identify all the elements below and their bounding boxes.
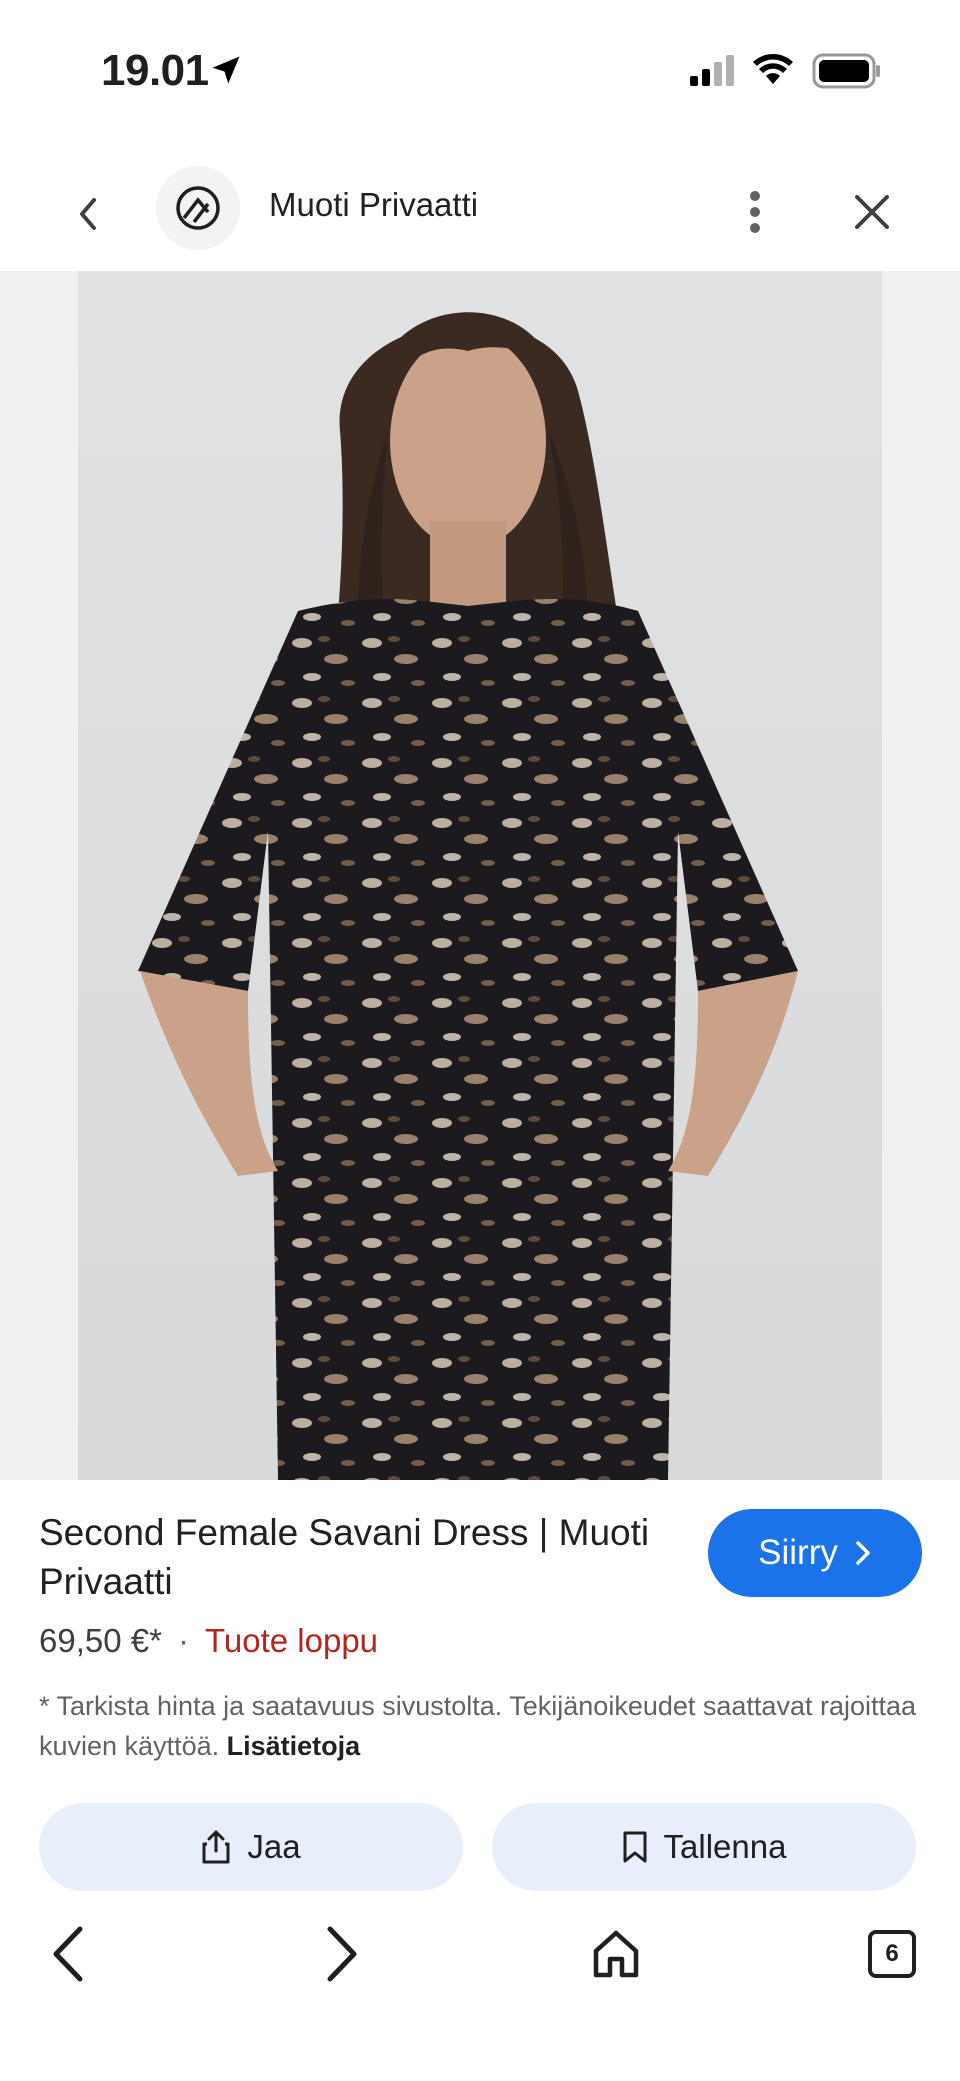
save-button[interactable]: Tallenna (492, 1803, 916, 1891)
dress-illustration (138, 312, 798, 1480)
back-icon (80, 198, 96, 230)
close-button[interactable] (846, 182, 898, 242)
tabs-count: 6 (885, 1940, 899, 1967)
product-info-panel: Second Female Savani Dress | Muoti Priva… (0, 1480, 960, 1900)
image-viewer[interactable] (0, 271, 960, 1480)
site-name[interactable]: Muoti Privaatti (269, 186, 478, 224)
browser-forward-button[interactable] (302, 1914, 382, 1994)
back-arrow-icon (53, 1926, 83, 1982)
disclaimer: * Tarkista hinta ja saatavuus sivustolta… (39, 1686, 919, 1766)
chevron-right-icon (856, 1541, 870, 1565)
disclaimer-text: * Tarkista hinta ja saatavuus sivustolta… (39, 1691, 917, 1761)
share-icon (202, 1830, 230, 1864)
header: Muoti Privaatti (0, 160, 960, 270)
bottom-navigation: 6 (0, 1900, 960, 2081)
tabs-button[interactable]: 6 (852, 1914, 932, 1994)
save-label: Tallenna (663, 1828, 787, 1865)
status-bar: 19.01 (0, 0, 960, 140)
visit-button[interactable]: Siirry (708, 1509, 922, 1597)
close-icon (855, 195, 889, 229)
wifi-icon (753, 54, 793, 84)
stock-status: Tuote loppu (204, 1622, 379, 1659)
share-label: Jaa (247, 1828, 301, 1865)
product-image[interactable] (78, 271, 882, 1480)
home-icon (593, 1930, 639, 1978)
site-logo[interactable] (156, 166, 240, 250)
price-row: 69,50 €* · Tuote loppu (39, 1622, 378, 1660)
product-title[interactable]: Second Female Savani Dress | Muoti Priva… (39, 1508, 679, 1606)
bookmark-icon (623, 1831, 647, 1863)
more-info-link[interactable]: Lisätietoja (227, 1731, 361, 1761)
site-logo-icon (176, 186, 220, 230)
home-button[interactable] (576, 1914, 656, 1994)
forward-arrow-icon (327, 1926, 357, 1982)
share-button[interactable]: Jaa (39, 1803, 463, 1891)
battery-icon (812, 53, 880, 89)
location-arrow-icon (212, 56, 240, 84)
separator: · (177, 1622, 189, 1659)
more-options-button[interactable] (740, 182, 770, 242)
tabs-icon: 6 (868, 1930, 916, 1978)
back-button[interactable] (62, 184, 112, 244)
visit-button-label: Siirry (758, 1533, 838, 1572)
more-vert-icon (750, 191, 760, 233)
status-time: 19.01 (101, 46, 209, 95)
signal-icon (690, 55, 734, 86)
price: 69,50 €* (39, 1622, 162, 1659)
page: 19.01 Muoti Privaatti Second Female Sava… (0, 0, 960, 2081)
browser-back-button[interactable] (28, 1914, 108, 1994)
